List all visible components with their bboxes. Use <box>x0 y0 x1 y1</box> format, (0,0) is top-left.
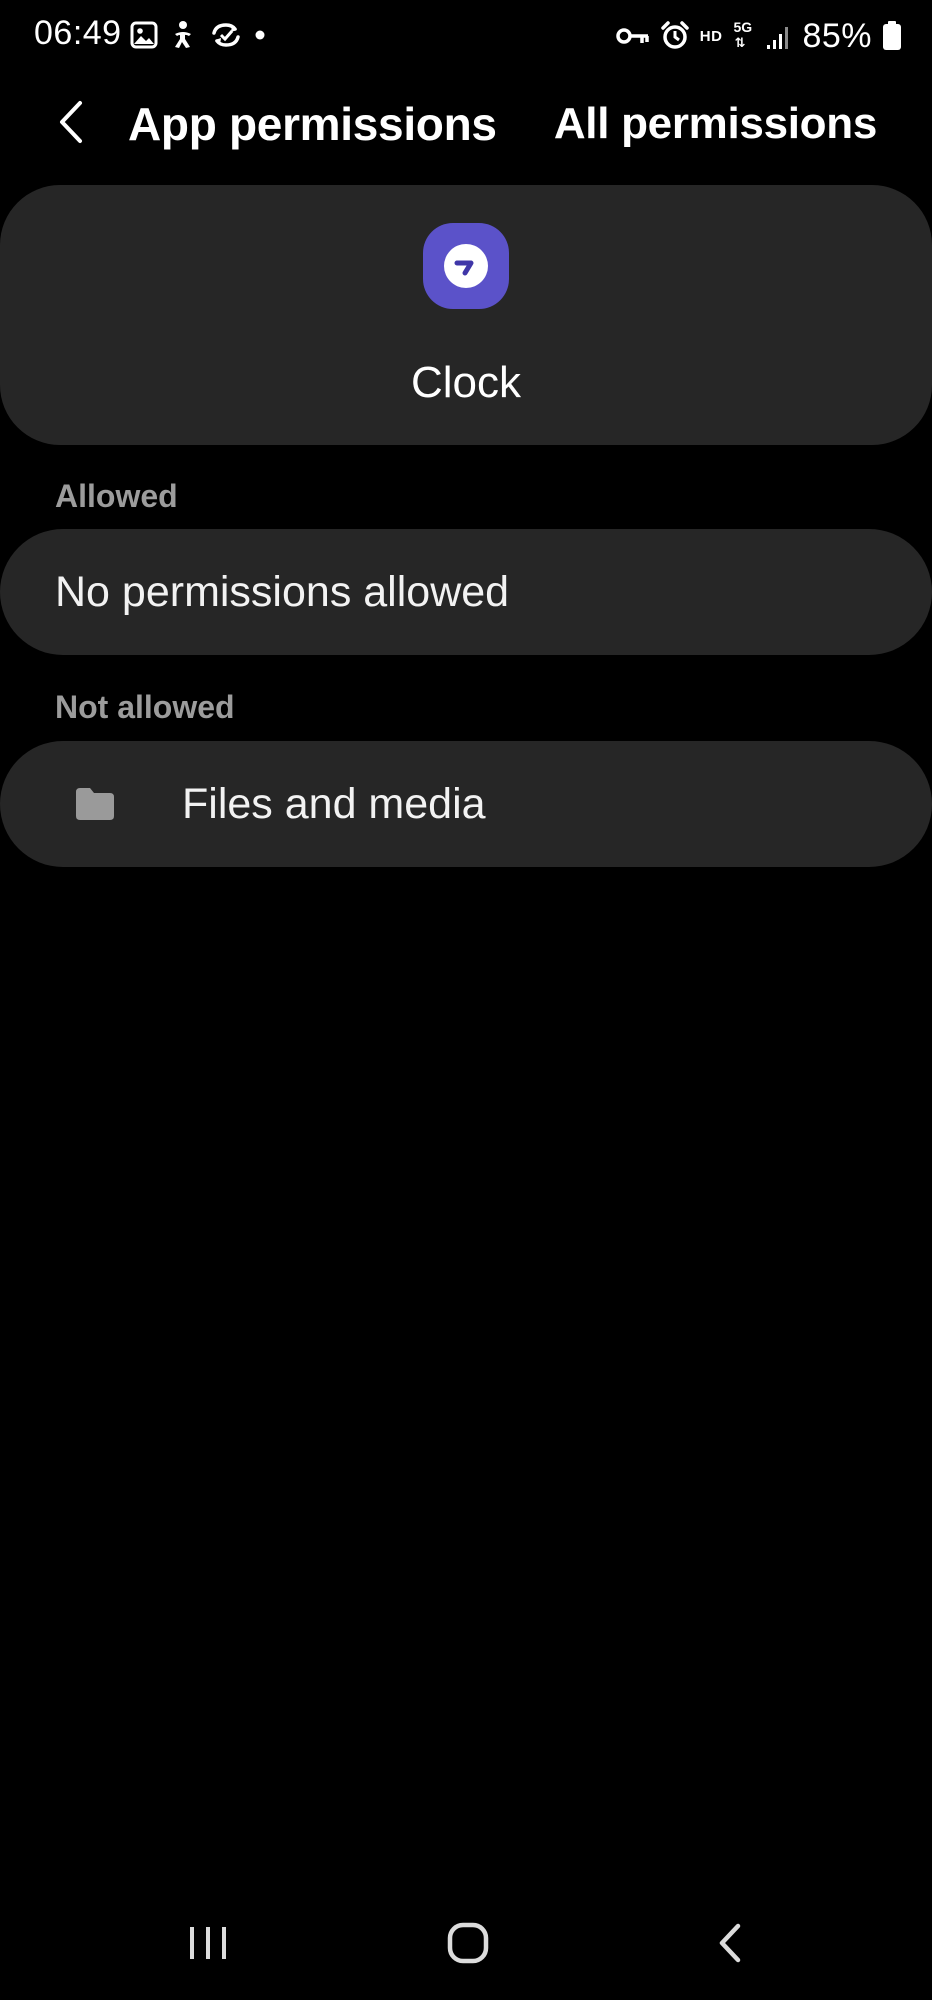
app-bar: App permissions All permissions <box>0 78 932 170</box>
app-info-card: Clock <box>0 185 932 445</box>
allowed-empty-row: No permissions allowed <box>0 529 932 655</box>
status-time: 06:49 <box>34 14 122 52</box>
sync-icon <box>210 21 242 49</box>
navigation-bar <box>0 1890 932 2000</box>
status-bar: 06:49 HD 5G ⇅ 85% <box>0 0 932 72</box>
alarm-icon <box>660 21 690 51</box>
person-icon <box>170 20 198 50</box>
no-permissions-text: No permissions allowed <box>55 568 510 616</box>
dot-icon <box>254 29 266 41</box>
app-name: Clock <box>410 358 522 407</box>
allowed-section-label: Allowed <box>55 478 178 514</box>
chevron-left-icon <box>56 99 86 150</box>
battery-percent: 85% <box>802 16 872 55</box>
back-icon <box>717 1923 743 1968</box>
clock-app-icon <box>423 223 509 309</box>
all-permissions-button[interactable]: All permissions <box>554 96 877 152</box>
gallery-icon <box>130 21 158 49</box>
data-arrows-icon: ⇅ <box>734 35 746 50</box>
status-left-icons <box>130 18 266 52</box>
status-right-icons: HD 5G ⇅ 85% <box>616 14 902 58</box>
permission-label: Files and media <box>182 780 486 828</box>
hd-icon: HD <box>699 27 723 45</box>
home-button[interactable] <box>428 1908 508 1982</box>
folder-icon <box>74 784 116 824</box>
network-type-label: 5G <box>733 19 753 35</box>
back-nav-button[interactable] <box>690 1908 770 1982</box>
battery-icon <box>882 21 902 51</box>
back-button[interactable] <box>44 96 98 152</box>
permission-row-files-and-media[interactable]: Files and media <box>0 741 932 867</box>
5g-icon: 5G ⇅ <box>732 18 756 54</box>
recent-apps-icon <box>188 1925 228 1966</box>
vpn-key-icon <box>616 25 650 47</box>
page-title: App permissions <box>128 98 497 150</box>
not-allowed-section-label: Not allowed <box>55 689 235 725</box>
recent-apps-button[interactable] <box>168 1908 248 1982</box>
home-icon <box>447 1922 489 1969</box>
signal-icon <box>766 22 792 50</box>
